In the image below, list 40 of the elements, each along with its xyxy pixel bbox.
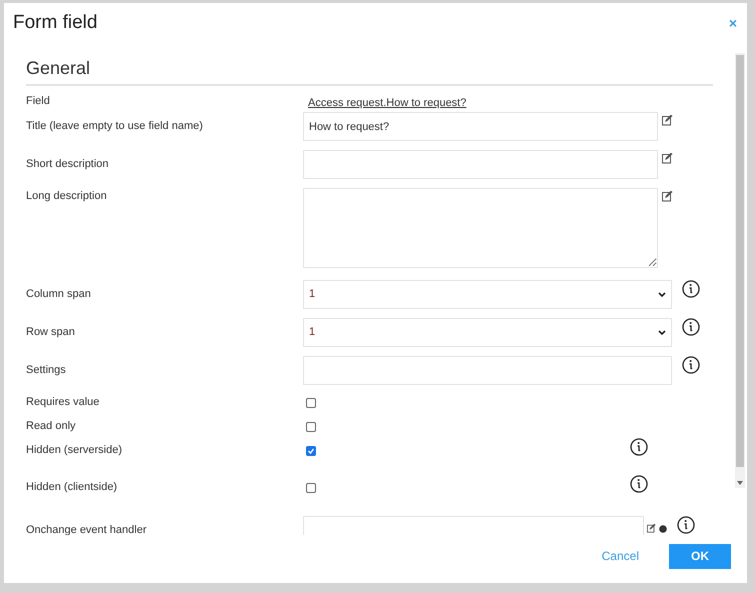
- field-label: Read only: [26, 419, 77, 434]
- chevron-down-icon: [658, 292, 666, 298]
- field-label: Field: [26, 94, 51, 109]
- info-icon[interactable]: [630, 438, 648, 456]
- field-label: Column span: [26, 287, 92, 302]
- field-label: Short description: [26, 157, 110, 172]
- filled-circle-icon[interactable]: [659, 524, 667, 532]
- text-field[interactable]: [303, 356, 672, 385]
- select-dropdown[interactable]: 1: [303, 318, 672, 347]
- info-icon[interactable]: [682, 280, 700, 298]
- field-label: Settings: [26, 363, 67, 378]
- field-label: Requires value: [26, 395, 100, 410]
- info-icon[interactable]: [682, 318, 700, 336]
- edit-icon[interactable]: [662, 191, 673, 202]
- info-icon[interactable]: [630, 475, 648, 493]
- field-label: Hidden (clientside): [26, 480, 118, 495]
- text-field[interactable]: [303, 150, 658, 179]
- field-label: Onchange event handler: [26, 523, 148, 535]
- edit-icon[interactable]: [662, 153, 673, 164]
- field-label: Row span: [26, 325, 76, 340]
- info-icon[interactable]: [682, 356, 700, 374]
- field-label: Hidden (serverside): [26, 443, 123, 458]
- select-dropdown[interactable]: 1: [303, 280, 672, 309]
- edit-icon[interactable]: [647, 524, 656, 533]
- text-field[interactable]: How to request?: [303, 112, 658, 141]
- checkbox[interactable]: [306, 422, 316, 432]
- edit-icon[interactable]: [662, 115, 673, 126]
- section-title: General: [26, 55, 713, 86]
- field-link[interactable]: Access request.How to request?: [308, 95, 466, 112]
- dialog-title: Form field: [13, 10, 98, 35]
- scroll-down-icon[interactable]: [736, 480, 744, 486]
- field-label: Title (leave empty to use field name): [26, 119, 204, 134]
- checkbox[interactable]: [306, 398, 316, 408]
- chevron-down-icon: [658, 330, 666, 336]
- checkbox[interactable]: [306, 483, 316, 493]
- checkbox[interactable]: [306, 446, 316, 456]
- info-icon[interactable]: [677, 516, 695, 534]
- field-label: Long description: [26, 189, 108, 204]
- scrollbar[interactable]: [735, 53, 745, 488]
- scrollbar-thumb[interactable]: [736, 55, 744, 467]
